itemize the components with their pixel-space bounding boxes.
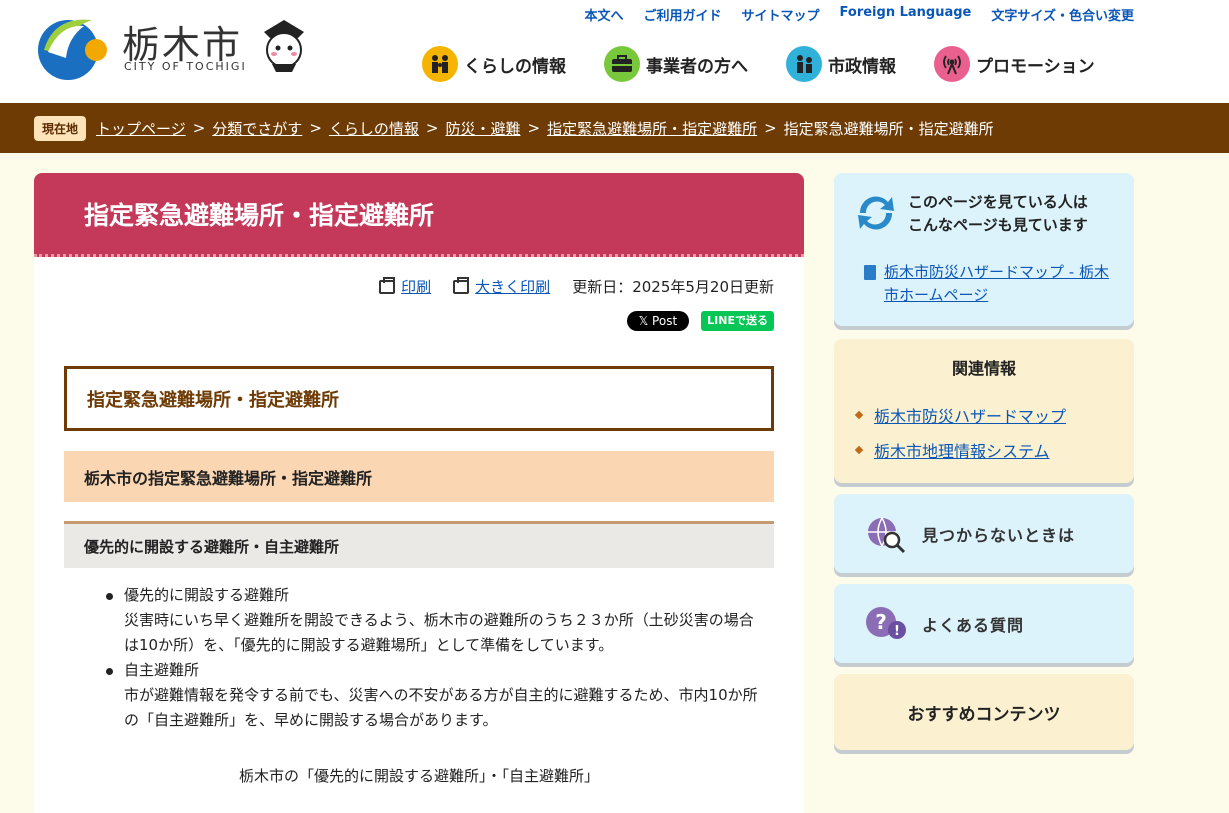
recommended-box: おすすめコンテンツ [834,674,1134,750]
document-icon [864,265,876,280]
gnav-living-info[interactable]: くらしの情報 [422,46,566,82]
also-viewed-heading-line1: このページを見ている人は [908,193,1088,211]
list-item-title: 自主避難所 [104,658,764,683]
site-logo-subtitle: CITY OF TOCHIGI [124,60,247,73]
print-button[interactable]: 印刷 [379,276,431,297]
breadcrumb-link-category[interactable]: 分類でさがす [212,118,302,139]
list-item-description: 災害時にいち早く避難所を開設できるよう、栃木市の避難所のうち２３か所（土砂災害の… [124,611,754,654]
question-bubble-icon: ? ! [866,606,906,639]
gnav-promotion[interactable]: プロモーション [934,46,1095,82]
x-post-button[interactable]: 𝕏 Post [626,311,690,331]
usage-guide-link[interactable]: ご利用ガイド [644,5,722,24]
family-icon [422,46,458,82]
section-heading: 指定緊急避難場所・指定避難所 [64,366,774,431]
also-viewed-item: 栃木市防災ハザードマップ - 栃木市ホームページ [864,261,1114,307]
text-size-color-link[interactable]: 文字サイズ・色合い変更 [991,5,1134,24]
utility-links: 本文へ ご利用ガイド サイトマップ Foreign Language 文字サイズ… [585,5,1135,24]
related-link-gis[interactable]: 栃木市地理情報システム [874,442,1050,461]
people-icon [786,46,822,82]
line-share-button[interactable]: LINEで送る [701,311,774,331]
list-item: 栃木市防災ハザードマップ [856,403,1066,427]
breadcrumb-link-top[interactable]: トップページ [96,118,186,139]
refresh-arrows-icon [858,196,894,230]
shelter-type-list: 優先的に開設する避難所 災害時にいち早く避難所を開設できるよう、栃木市の避難所の… [104,583,764,733]
breadcrumb-separator: > [764,119,777,137]
global-nav: くらしの情報 事業者の方へ 市政情報 プロモーション [422,46,1095,82]
gnav-promotion-label: プロモーション [976,56,1095,77]
svg-text:?: ? [875,610,887,634]
breadcrumb-link-disaster[interactable]: 防災・避難 [445,118,520,139]
sitemap-link[interactable]: サイトマップ [742,5,820,24]
sub-subsection-heading: 優先的に開設する避難所・自主避難所 [64,521,774,568]
gnav-business-label: 事業者の方へ [646,56,748,77]
breadcrumb-separator: > [192,119,206,137]
list-item-title: 優先的に開設する避難所 [104,583,764,608]
print-large-link[interactable]: 大きく印刷 [475,276,550,297]
foreign-language-link[interactable]: Foreign Language [840,5,972,24]
related-link-hazard-map[interactable]: 栃木市防災ハザードマップ [874,407,1066,426]
site-header: 栃木市 CITY OF TOCHIGI 本文へ ご利用ガイド サイトマップ Fo… [0,0,1229,103]
breadcrumb-separator: > [425,119,439,137]
table-caption: 栃木市の「優先的に開設する避難所」・「自主避難所」 [238,767,599,785]
faq-label: よくある質問 [922,615,1025,635]
broadcast-icon [934,46,970,82]
also-viewed-link[interactable]: 栃木市防災ハザードマップ - 栃木市ホームページ [884,263,1109,304]
breadcrumb-separator: > [309,119,322,137]
gnav-city-admin-label: 市政情報 [828,56,896,77]
subsection-heading: 栃木市の指定緊急避難場所・指定避難所 [64,451,774,502]
also-viewed-box: このページを見ている人は こんなページも見ています 栃木市防災ハザードマップ -… [834,173,1134,326]
breadcrumb-badge: 現在地 [34,115,87,141]
briefcase-icon [604,46,640,82]
breadcrumb-link-living[interactable]: くらしの情報 [329,118,419,139]
list-item-description: 市が避難情報を発令する前でも、災害への不安がある方が自主的に避難するため、市内1… [124,686,758,729]
related-info-heading: 関連情報 [951,359,1016,378]
breadcrumb-current: 指定緊急避難場所・指定避難所 [783,119,994,138]
gnav-living-info-label: くらしの情報 [464,56,566,77]
page-title: 指定緊急避難場所・指定避難所 [34,173,804,257]
city-logo-icon[interactable] [34,10,108,80]
not-found-button[interactable]: 見つからないときは [834,494,1134,573]
also-viewed-heading-line2: こんなページも見ています [908,216,1088,234]
related-info-box: 関連情報 栃木市防災ハザードマップ 栃木市地理情報システム [834,339,1134,483]
main-content: 指定緊急避難場所・指定避難所 印刷 大きく印刷 更新日：2025年5月20日更新… [34,173,804,813]
search-globe-icon [868,517,906,553]
faq-button[interactable]: ? ! よくある質問 [834,584,1134,663]
page-tools: 印刷 大きく印刷 更新日：2025年5月20日更新 [379,276,774,297]
printer-icon [379,276,396,294]
print-link[interactable]: 印刷 [401,276,431,297]
gnav-city-admin[interactable]: 市政情報 [786,46,896,82]
updated-date: 更新日：2025年5月20日更新 [572,278,774,296]
social-buttons: 𝕏 Post LINEで送る [626,311,774,331]
print-large-button[interactable]: 大きく印刷 [453,276,550,297]
related-info-list: 栃木市防災ハザードマップ 栃木市地理情報システム [856,403,1066,473]
breadcrumb-link-shelters[interactable]: 指定緊急避難場所・指定避難所 [547,118,757,139]
not-found-label: 見つからないときは [922,525,1076,545]
skip-to-content-link[interactable]: 本文へ [585,5,624,24]
recommended-heading: おすすめコンテンツ [907,704,1061,725]
breadcrumb: 現在地 トップページ > 分類でさがす > くらしの情報 > 防災・避難 > 指… [0,103,1229,153]
printer-icon [453,276,470,294]
also-viewed-heading: このページを見ている人は こんなページも見ています [908,191,1088,237]
mascot-icon [264,20,304,72]
svg-text:!: ! [894,624,900,639]
list-item: 栃木市地理情報システム [856,438,1066,462]
breadcrumb-separator: > [527,119,541,137]
gnav-business[interactable]: 事業者の方へ [604,46,748,82]
